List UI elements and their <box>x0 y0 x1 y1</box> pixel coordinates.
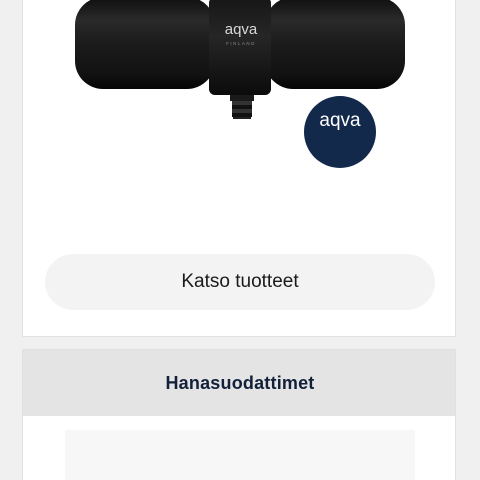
product-card: aqva FINLAND Katso tuotteet <box>22 0 456 337</box>
badge-logo-text: aqva <box>319 110 361 131</box>
brand-logo-text: aqva <box>225 21 258 38</box>
view-products-button[interactable]: Katso tuotteet <box>45 254 435 310</box>
category-title: Hanasuodattimet <box>165 372 315 393</box>
aqva-logo: aqva FINLAND <box>225 21 258 46</box>
brand-sub-text: FINLAND <box>226 41 256 46</box>
tap-filter-product-image <box>65 430 415 480</box>
category-card-tap-filters[interactable]: Hanasuodattimet <box>22 349 456 480</box>
page: aqva FINLAND Katso tuotteet Hanasuodatti… <box>0 0 480 480</box>
shower-filter-product-image: aqva FINLAND <box>75 0 405 119</box>
aqva-badge-logo: aqva <box>304 96 376 168</box>
category-card-header: Hanasuodattimet <box>23 350 455 416</box>
